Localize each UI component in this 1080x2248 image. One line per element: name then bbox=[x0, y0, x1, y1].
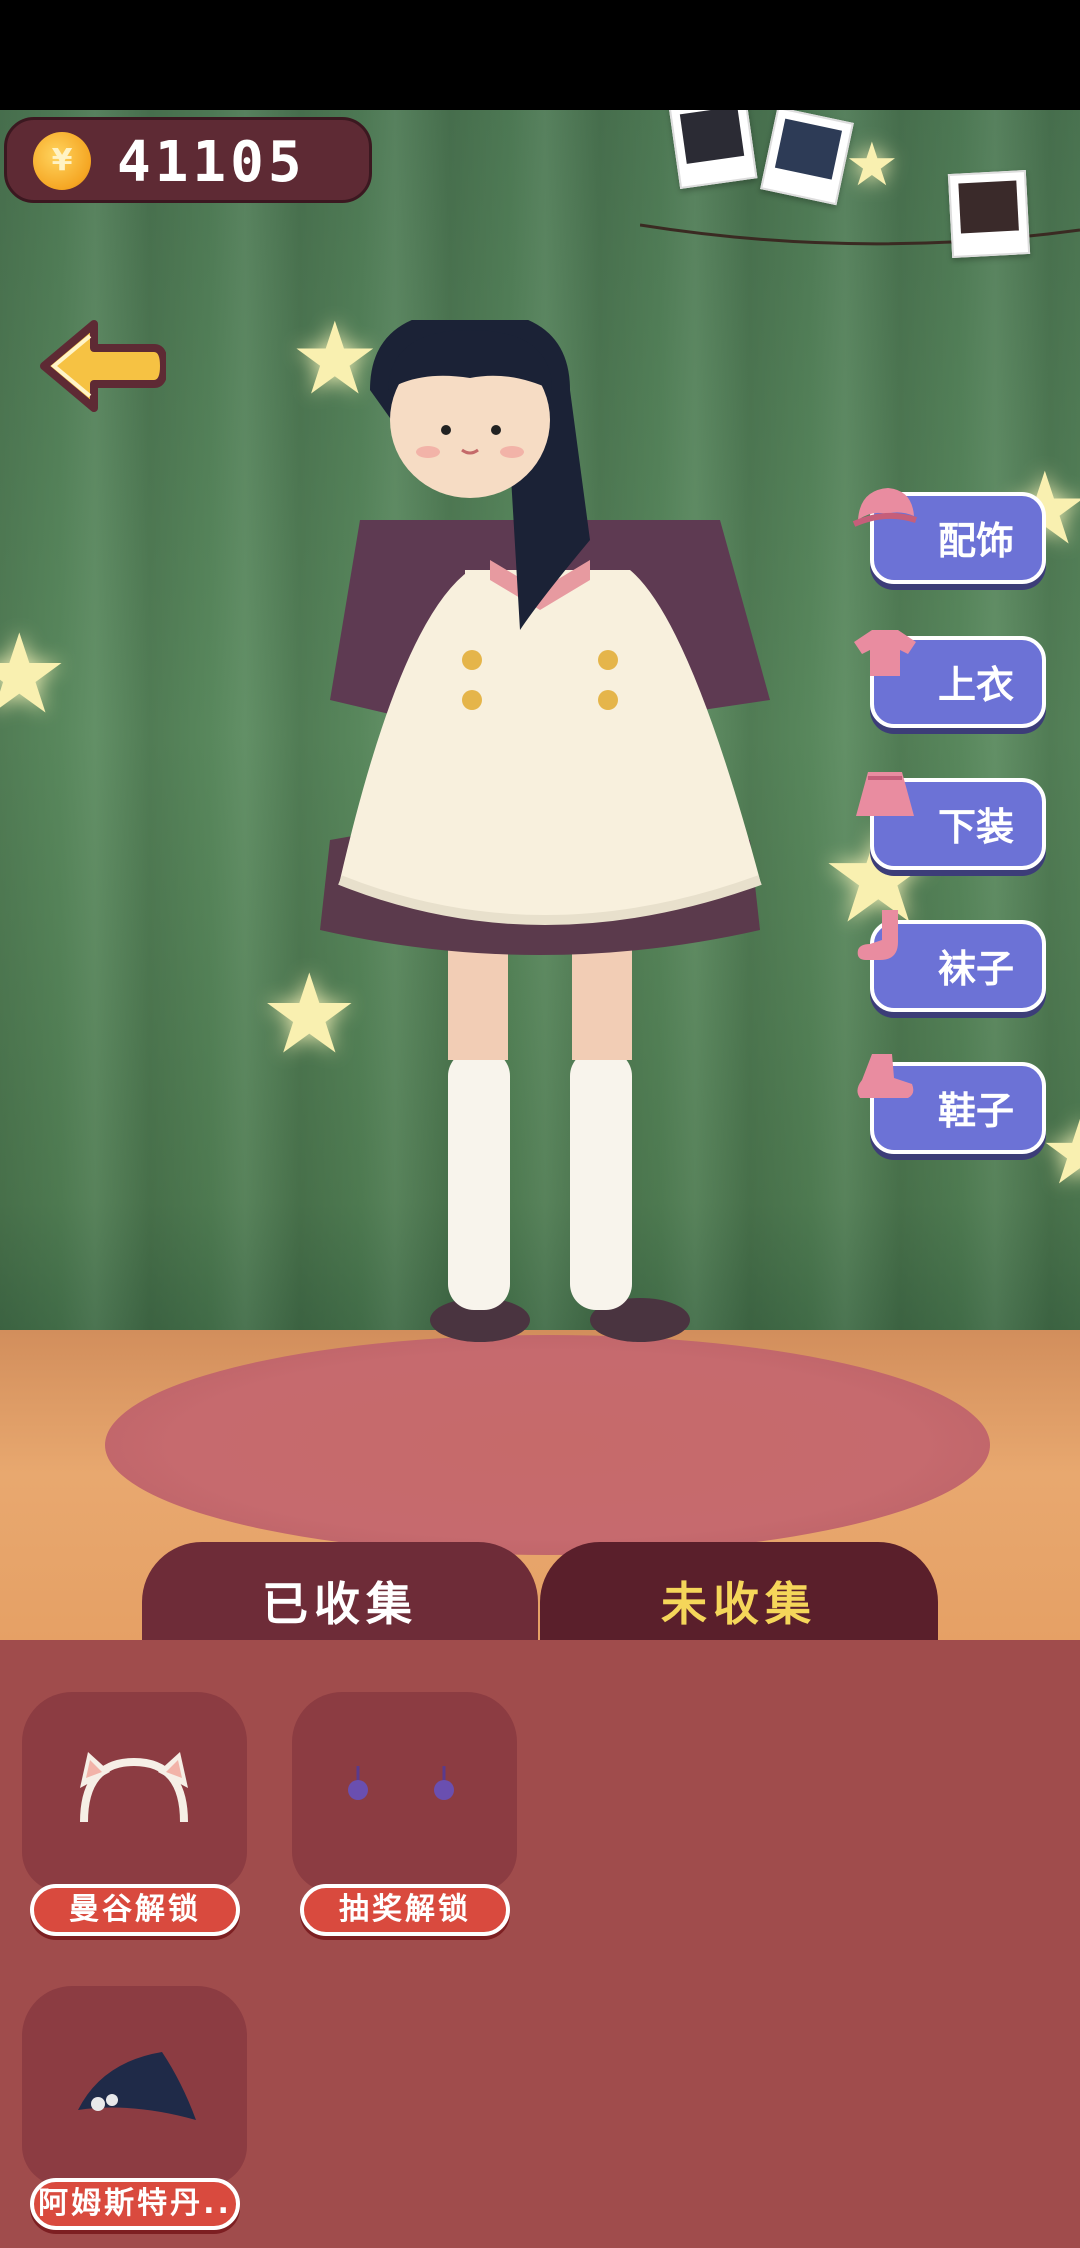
category-shoes-button[interactable]: 鞋子 bbox=[857, 1054, 1046, 1156]
category-tops-button[interactable]: 上衣 bbox=[854, 630, 1046, 730]
star-decoration: ★ bbox=[0, 610, 69, 738]
items-panel: 曼谷解锁 抽奖解锁 阿姆斯特丹.. bbox=[0, 1640, 1080, 2248]
category-label: 上衣 bbox=[937, 663, 1014, 707]
category-bottoms-button[interactable]: 下装 bbox=[856, 772, 1046, 872]
category-label: 鞋子 bbox=[937, 1089, 1014, 1133]
beret-icon bbox=[78, 2052, 196, 2120]
photo-frame bbox=[668, 110, 758, 190]
tab-label: 已收集 bbox=[262, 1577, 418, 1631]
item-card-cat-ears[interactable]: 曼谷解锁 bbox=[22, 1692, 247, 1942]
unlock-button[interactable]: 抽奖解锁 bbox=[300, 1884, 510, 1936]
item-card-earrings[interactable]: 抽奖解锁 bbox=[292, 1692, 517, 1942]
earrings-icon bbox=[348, 1766, 454, 1800]
category-label: 袜子 bbox=[937, 947, 1014, 991]
coin-icon: ¥ bbox=[33, 132, 91, 190]
skirt-icon bbox=[856, 772, 914, 816]
tab-label: 未收集 bbox=[661, 1577, 817, 1631]
tab-uncollected[interactable]: 未收集 bbox=[540, 1542, 938, 1652]
unlock-button[interactable]: 阿姆斯特丹.. bbox=[30, 2178, 240, 2230]
sock-icon bbox=[857, 910, 898, 960]
photo-frame bbox=[947, 170, 1031, 258]
tab-collected[interactable]: 已收集 bbox=[142, 1542, 538, 1652]
category-socks-button[interactable]: 袜子 bbox=[857, 910, 1046, 1014]
shirt-icon bbox=[854, 630, 916, 676]
coin-counter: ¥ 41105 bbox=[4, 117, 372, 203]
shoe-icon bbox=[857, 1054, 914, 1098]
item-card-beret[interactable]: 阿姆斯特丹.. bbox=[22, 1986, 247, 2236]
status-bar bbox=[0, 0, 1080, 110]
coin-value: 41105 bbox=[117, 130, 306, 195]
star-decoration: ★ bbox=[845, 130, 899, 200]
cat-ear-headband-icon bbox=[80, 1752, 188, 1823]
star-decoration: ★ bbox=[1040, 1100, 1080, 1205]
hat-icon bbox=[852, 488, 917, 527]
category-label: 下装 bbox=[937, 805, 1014, 849]
character-avatar bbox=[320, 320, 770, 1342]
category-label: 配饰 bbox=[937, 519, 1014, 563]
unlock-button[interactable]: 曼谷解锁 bbox=[30, 1884, 240, 1936]
category-accessories-button[interactable]: 配饰 bbox=[852, 486, 1046, 586]
back-arrow-button[interactable] bbox=[36, 318, 166, 414]
